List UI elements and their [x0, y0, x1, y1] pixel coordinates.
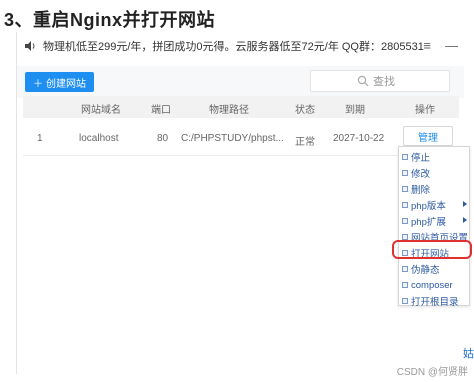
header-action: 操作 — [415, 105, 435, 116]
search-icon — [357, 75, 369, 87]
row-path: C:/PHPSTUDY/phpst... — [181, 133, 284, 144]
menu-item-label: 删除 — [411, 185, 431, 196]
search-placeholder: 查找 — [373, 76, 395, 88]
window-controls: ≡ — — [423, 38, 458, 53]
minimize-icon[interactable]: — — [445, 38, 458, 53]
menu-item-label: composer — [411, 279, 453, 291]
delete-icon — [402, 186, 408, 192]
menu-item-open-root[interactable]: 打开根目录 — [399, 293, 469, 309]
submenu-arrow-icon — [463, 217, 467, 223]
plus-icon: ＋ — [33, 78, 43, 90]
row-domain: localhost — [79, 133, 119, 144]
stop-icon — [402, 154, 408, 160]
create-site-label: 创建网站 — [46, 78, 86, 90]
header-domain: 网站域名 — [81, 105, 121, 116]
table-row[interactable]: 1 localhost 80 C:/PHPSTUDY/phpst... 正常 2… — [23, 122, 459, 156]
rewrite-icon — [402, 266, 408, 272]
open-site-highlight-annotation — [392, 240, 472, 259]
header-status: 状态 — [295, 105, 315, 116]
page-heading: 3、重启Nginx并打开网站 — [4, 10, 216, 30]
menu-item-label: php版本 — [411, 201, 446, 212]
php-version-icon — [402, 202, 408, 208]
manage-button[interactable]: 管理 — [403, 126, 453, 146]
notice-bar: 物理机低至299元/年，拼团成功0元得。云服务器低至72元/年 QQ群：2805… — [17, 32, 464, 60]
menu-item-label: 打开根目录 — [411, 297, 459, 308]
menu-item-edit[interactable]: 修改 — [399, 165, 469, 181]
row-expire: 2027-10-22 — [333, 133, 385, 144]
menu-item-label: 伪静态 — [411, 265, 440, 276]
submenu-arrow-icon — [463, 201, 467, 207]
menu-icon[interactable]: ≡ — [423, 38, 431, 53]
phpstudy-window: 物理机低至299元/年，拼团成功0元得。云服务器低至72元/年 QQ群：2805… — [16, 32, 464, 374]
header-expire: 到期 — [345, 105, 365, 116]
header-path: 物理路径 — [209, 105, 249, 116]
row-index: 1 — [37, 133, 43, 144]
row-port: 80 — [157, 133, 169, 144]
manage-dropdown-menu: 停止 修改 删除 php版本 php扩展 网站首页设置 打开网站 伪静态 com… — [398, 146, 470, 309]
row-status: 正常 — [295, 137, 315, 148]
watermark: CSDN @何贤胖 — [396, 367, 468, 378]
edge-text: 姑 — [463, 348, 474, 360]
header-port: 端口 — [151, 105, 171, 116]
menu-item-rewrite[interactable]: 伪静态 — [399, 261, 469, 277]
table-header: 网站域名 端口 物理路径 状态 到期 操作 — [23, 96, 459, 118]
php-extension-icon — [402, 218, 408, 224]
search-input[interactable]: 查找 — [310, 70, 450, 92]
composer-icon — [402, 282, 408, 288]
edit-icon — [402, 170, 408, 176]
create-site-button[interactable]: ＋ 创建网站 — [25, 72, 94, 92]
menu-item-label: 停止 — [411, 153, 431, 164]
menu-item-php-version[interactable]: php版本 — [399, 197, 469, 213]
menu-item-delete[interactable]: 删除 — [399, 181, 469, 197]
folder-icon — [402, 298, 408, 304]
menu-item-label: 修改 — [411, 169, 431, 180]
menu-item-composer[interactable]: composer — [399, 277, 469, 293]
menu-item-label: php扩展 — [411, 217, 446, 228]
menu-item-php-extension[interactable]: php扩展 — [399, 213, 469, 229]
notice-text[interactable]: 物理机低至299元/年，拼团成功0元得。云服务器低至72元/年 QQ群：2805… — [43, 38, 424, 54]
toolbar: ＋ 创建网站 查找 — [17, 66, 464, 98]
menu-item-stop[interactable]: 停止 — [399, 149, 469, 165]
speaker-icon — [25, 41, 35, 51]
